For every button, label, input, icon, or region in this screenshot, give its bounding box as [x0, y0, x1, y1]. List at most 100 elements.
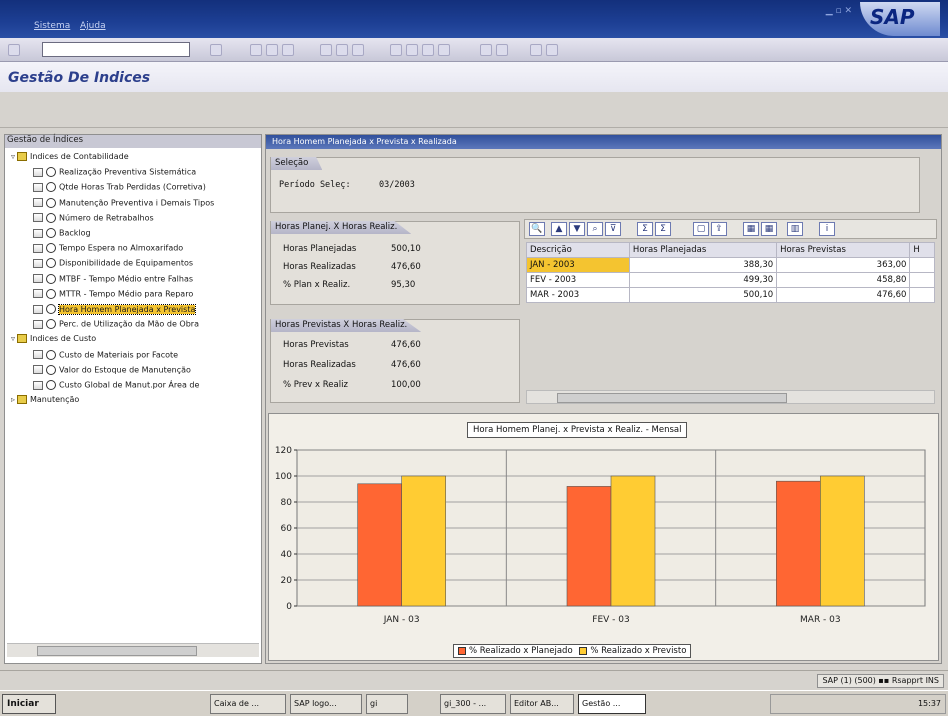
forecast-vs-realized-box: Horas Previstas X Horas Realiz. Horas Pr…	[270, 319, 520, 403]
tree-item[interactable]: MTBF - Tempo Médio entre Falhas	[33, 273, 194, 284]
start-button[interactable]: Iniciar	[2, 694, 56, 714]
command-field[interactable]	[42, 42, 190, 57]
col-horas-planejadas[interactable]: Horas Planejadas	[628, 242, 778, 258]
tree-item[interactable]: Valor do Estoque de Manutenção	[33, 364, 191, 375]
export-icon[interactable]: ⇪	[711, 222, 727, 236]
cell-desc[interactable]: MAR - 2003	[526, 287, 630, 303]
find-next-icon[interactable]	[352, 44, 364, 56]
tree-item[interactable]: MTTR - Tempo Médio para Reparo	[33, 288, 193, 299]
enter-icon[interactable]	[8, 44, 20, 56]
new-session-icon[interactable]	[480, 44, 492, 56]
print-icon[interactable]	[320, 44, 332, 56]
tree-item[interactable]: Backlog	[33, 228, 91, 238]
last-page-icon[interactable]	[438, 44, 450, 56]
y-tick-label: 20	[281, 576, 293, 586]
col-horas-previstas[interactable]: Horas Previstas	[776, 242, 911, 258]
execute-icon	[46, 380, 56, 390]
collapse-icon[interactable]: ▿	[9, 152, 17, 161]
tree-header: Gestão de Índices	[5, 135, 261, 148]
window-controls[interactable]: ▁ ▫ ✕	[826, 6, 852, 16]
tree-item[interactable]: Qtde Horas Trab Perdidas (Corretiva)	[33, 182, 206, 193]
layout-icon[interactable]	[546, 44, 558, 56]
document-icon	[33, 182, 43, 192]
col-descricao[interactable]: Descrição	[526, 242, 630, 258]
cell-h[interactable]	[909, 257, 935, 273]
task-gestao[interactable]: Gestão ...	[578, 694, 646, 714]
tree-node-label: Manutenção Preventiva i Demais Tipos	[59, 198, 215, 208]
cell-prev[interactable]: 458,80	[776, 272, 911, 288]
prev-page-icon[interactable]	[406, 44, 418, 56]
information-icon[interactable]: i	[819, 222, 835, 236]
grid-view-icon[interactable]: ▦	[761, 222, 777, 236]
tree-item[interactable]: Hora Homem Planejada x Prevista	[33, 303, 197, 315]
table-row[interactable]: FEV - 2003 499,30 458,80	[526, 272, 935, 288]
expand-icon[interactable]: ▹	[9, 395, 17, 404]
filter-icon[interactable]: ⊽	[605, 222, 621, 236]
exit-icon[interactable]	[266, 44, 278, 56]
grid-toolbar: 🔍 ▲ ▼ ⌕ ⊽ Σ Σ ▢ ⇪ ▦ ▦ ▥ i	[524, 219, 937, 239]
cancel-icon[interactable]	[282, 44, 294, 56]
task-sap-logon[interactable]: SAP logo...	[290, 694, 362, 714]
cell-plan[interactable]: 499,30	[628, 272, 778, 288]
y-tick-label: 100	[275, 472, 292, 482]
layout-icon[interactable]: ▦	[743, 222, 759, 236]
tree-item[interactable]: Custo Global de Manut.por Área de	[33, 380, 199, 390]
document-icon	[33, 198, 43, 208]
task-caixa[interactable]: Caixa de ...	[210, 694, 286, 714]
sum-icon[interactable]: Σ	[637, 222, 653, 236]
x-tick-label: FEV - 03	[592, 615, 629, 625]
cell-desc[interactable]: JAN - 2003	[526, 257, 630, 273]
kv-label: Horas Realizadas	[283, 360, 356, 370]
tree-item[interactable]: Custo de Materiais por Facote	[33, 349, 178, 360]
first-page-icon[interactable]	[390, 44, 402, 56]
graphic-icon[interactable]: ▥	[787, 222, 803, 236]
document-icon	[33, 380, 43, 390]
collapse-icon[interactable]: ▿	[9, 334, 17, 343]
tree-h-scrollbar[interactable]	[7, 643, 259, 657]
tree-folder[interactable]: ▿ Indices de Contabilidade	[9, 152, 129, 161]
folder-icon	[17, 395, 27, 405]
save-icon[interactable]	[210, 44, 222, 56]
menu-ajuda[interactable]: Ajuda	[80, 21, 106, 31]
col-h[interactable]: H	[909, 242, 935, 258]
find-icon[interactable]	[336, 44, 348, 56]
tree-node-label: Custo Global de Manut.por Área de	[59, 380, 200, 390]
cell-desc[interactable]: FEV - 2003	[526, 272, 630, 288]
task-gi-300[interactable]: gi_300 - ...	[440, 694, 506, 714]
back-icon[interactable]	[250, 44, 262, 56]
sort-descending-icon[interactable]: ▼	[569, 222, 585, 236]
help-icon[interactable]	[530, 44, 542, 56]
task-editor[interactable]: Editor AB...	[510, 694, 574, 714]
tree-item[interactable]: Perc. de Utilização da Mão de Obra	[33, 319, 199, 330]
subtotal-icon[interactable]: Σ	[655, 222, 671, 236]
menu-sistema[interactable]: Sistema	[34, 21, 70, 31]
tree-node-label: MTBF - Tempo Médio entre Falhas	[59, 274, 194, 284]
cell-plan[interactable]: 500,10	[628, 287, 778, 303]
table-row[interactable]: MAR - 2003 500,10 476,60	[526, 287, 935, 303]
clock: 15:37	[917, 699, 941, 708]
kv-label: Horas Realizadas	[283, 262, 356, 272]
print-preview-icon[interactable]: ▢	[693, 222, 709, 236]
shortcut-icon[interactable]	[496, 44, 508, 56]
cell-prev[interactable]: 476,60	[776, 287, 911, 303]
tree-item[interactable]: Número de Retrabalhos	[33, 212, 154, 223]
kv-value: 476,60	[391, 360, 421, 370]
cell-h[interactable]	[909, 272, 935, 288]
next-page-icon[interactable]	[422, 44, 434, 56]
cell-h[interactable]	[909, 287, 935, 303]
grid-h-scrollbar[interactable]	[526, 390, 935, 404]
sort-ascending-icon[interactable]: ▲	[551, 222, 567, 236]
details-icon[interactable]: 🔍	[529, 222, 545, 236]
system-info[interactable]: SAP (1) (500) ▪▪ Rsapprt INS	[817, 674, 944, 688]
find-icon[interactable]: ⌕	[587, 222, 603, 236]
tree-item[interactable]: Tempo Espera no Almoxarifado	[33, 243, 183, 254]
tree-item[interactable]: Realização Preventiva Sistemática	[33, 167, 196, 178]
cell-prev[interactable]: 363,00	[776, 257, 911, 273]
tree-item[interactable]: Manutenção Preventiva i Demais Tipos	[33, 197, 215, 208]
tree-item[interactable]: Disponibilidade de Equipamentos	[33, 258, 193, 269]
cell-plan[interactable]: 388,30	[628, 257, 778, 273]
tree-folder[interactable]: ▿ Indices de Custo	[9, 334, 96, 344]
task-gi[interactable]: gi	[366, 694, 408, 714]
table-row[interactable]: JAN - 2003 388,30 363,00	[526, 257, 935, 273]
tree-folder[interactable]: ▹ Manutenção	[9, 395, 79, 405]
